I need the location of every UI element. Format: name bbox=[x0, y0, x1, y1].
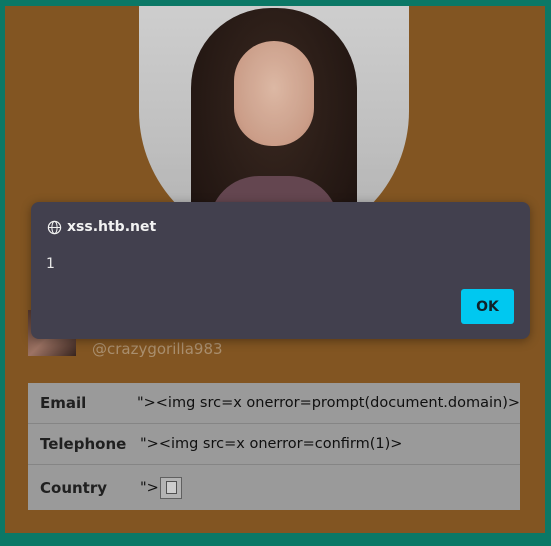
table-row: Email "><img src=x onerror=prompt(docume… bbox=[28, 383, 520, 424]
telephone-label: Telephone bbox=[40, 435, 127, 453]
country-value-cell: "> bbox=[140, 476, 182, 499]
profile-handle: @crazygorilla983 bbox=[92, 340, 223, 358]
broken-image-icon bbox=[159, 476, 182, 499]
ok-button[interactable]: OK bbox=[461, 289, 514, 324]
dialog-origin-text: xss.htb.net bbox=[67, 219, 157, 235]
email-label: Email bbox=[40, 394, 87, 412]
alert-dialog: xss.htb.net 1 OK bbox=[31, 202, 530, 339]
table-row: Country "> bbox=[28, 465, 520, 510]
telephone-value: "><img src=x onerror=confirm(1)> bbox=[140, 436, 403, 452]
email-value: "><img src=x onerror=prompt(document.dom… bbox=[136, 395, 520, 411]
country-label: Country bbox=[40, 478, 108, 497]
profile-details-table: Email "><img src=x onerror=prompt(docume… bbox=[28, 383, 520, 510]
dialog-origin: xss.htb.net bbox=[47, 219, 156, 235]
globe-icon bbox=[47, 220, 62, 234]
dialog-message: 1 bbox=[46, 256, 55, 272]
photo-face bbox=[234, 41, 314, 146]
country-value: "> bbox=[140, 479, 159, 496]
table-row: Telephone "><img src=x onerror=confirm(1… bbox=[28, 424, 520, 465]
